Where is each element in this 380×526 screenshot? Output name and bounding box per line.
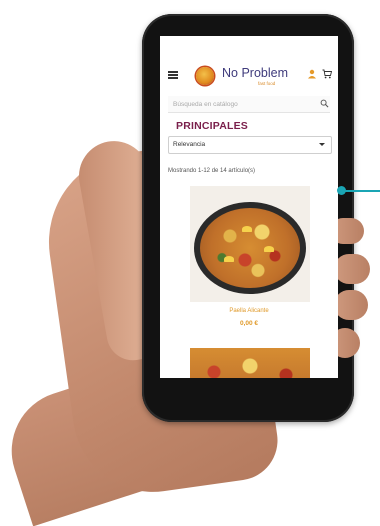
logo-icon[interactable]: [196, 67, 214, 85]
chevron-down-icon: [319, 143, 325, 146]
paella: [200, 208, 300, 288]
cart-icon[interactable]: [322, 69, 332, 79]
product-image[interactable]: [190, 186, 310, 302]
brand-tagline: fast food: [258, 81, 276, 86]
product-price: 0,00 €: [239, 320, 259, 327]
callout-line: [344, 190, 380, 192]
product-name[interactable]: Paella Alicante: [160, 308, 338, 314]
phone-screen: No Problem fast food PRINCIPALES Relevan…: [160, 36, 338, 378]
search-input[interactable]: [173, 99, 303, 109]
lemon: [242, 226, 252, 232]
paella: [190, 348, 310, 378]
category-title: PRINCIPALES: [176, 120, 249, 132]
menu-icon[interactable]: [168, 71, 178, 79]
user-icon[interactable]: [307, 69, 317, 79]
brand-name[interactable]: No Problem: [222, 66, 288, 80]
sort-selected-value: Relevancia: [173, 141, 206, 148]
photo-scene: No Problem fast food PRINCIPALES Relevan…: [0, 0, 380, 526]
product-image[interactable]: [190, 348, 310, 378]
lemon: [264, 246, 274, 252]
finger: [334, 254, 370, 284]
lemon: [224, 256, 234, 262]
finger: [334, 290, 368, 320]
search-icon[interactable]: [320, 99, 329, 108]
app-header: No Problem fast food: [160, 62, 338, 92]
sort-select[interactable]: Relevancia: [168, 136, 332, 154]
search-bar: [168, 96, 330, 113]
results-count: Mostrando 1-12 de 14 artículo(s): [168, 168, 256, 174]
